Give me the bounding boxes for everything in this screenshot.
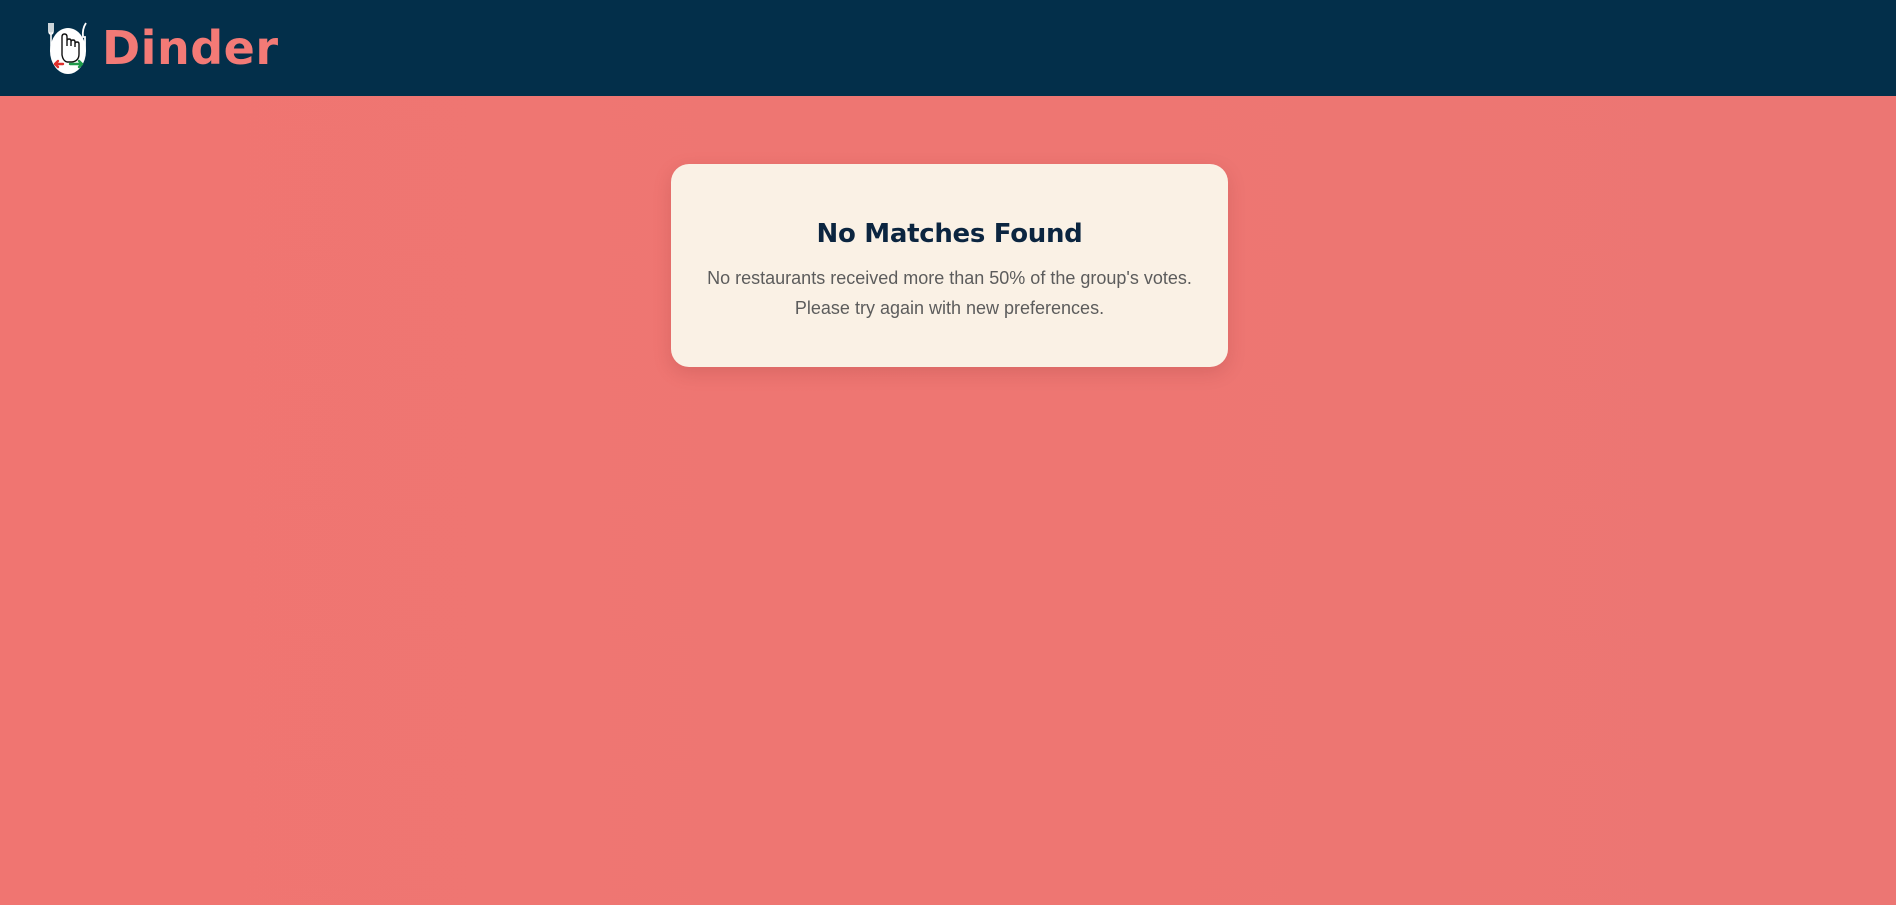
brand-home-link[interactable]: Dinder (46, 21, 279, 75)
main-content: No Matches Found No restaurants received… (0, 96, 1896, 905)
hand-swipe-utensils-logo-icon (48, 22, 87, 74)
brand-name: Dinder (102, 21, 279, 75)
no-matches-card: No Matches Found No restaurants received… (671, 164, 1228, 367)
card-message-line-2: Please try again with new preferences. (794, 298, 1105, 318)
card-title: No Matches Found (816, 219, 1083, 249)
card-message-line-1: No restaurants received more than 50% of… (707, 268, 1192, 288)
top-navbar: Dinder (0, 0, 1896, 96)
